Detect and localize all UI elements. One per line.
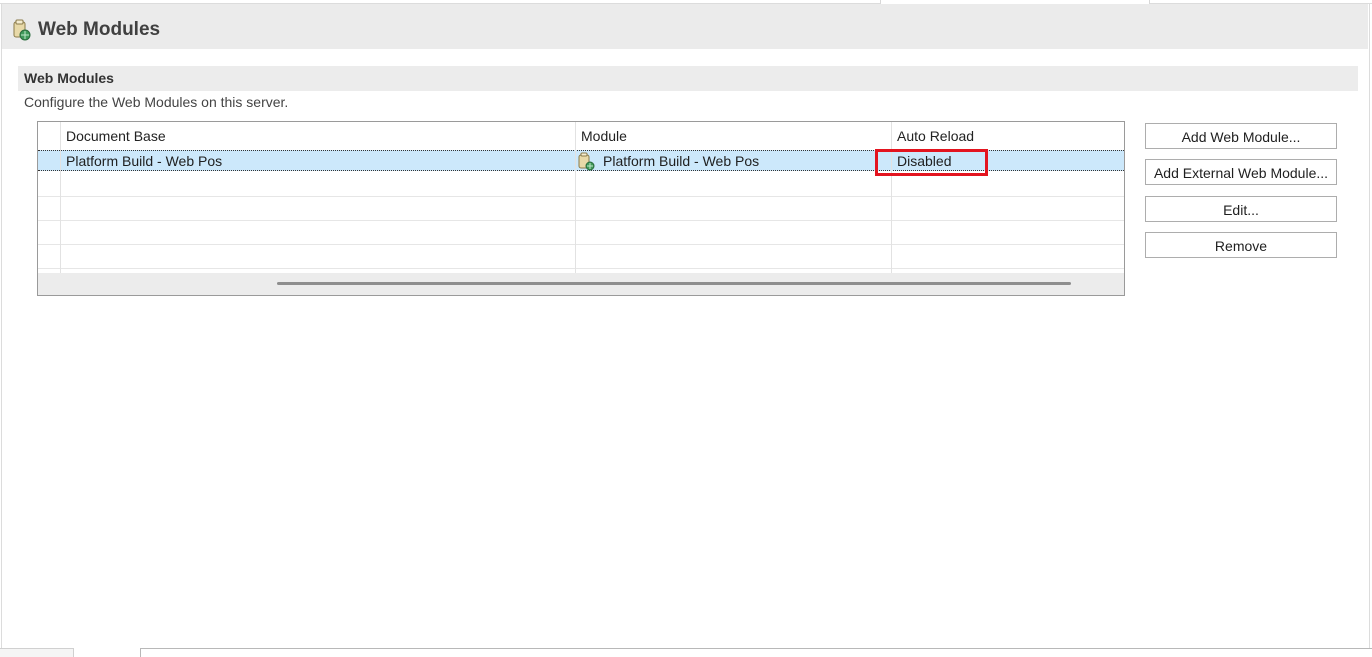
cell-document-base[interactable]: Platform Build - Web Pos	[66, 152, 222, 170]
column-header-auto-reload[interactable]: Auto Reload	[891, 122, 1123, 149]
web-module-icon	[578, 152, 595, 171]
scrollbar-thumb[interactable]	[277, 282, 1071, 285]
column-divider	[575, 122, 576, 273]
section-header[interactable]: Web Modules	[18, 66, 1358, 91]
highlight-box	[875, 149, 988, 176]
add-external-web-module-button[interactable]: Add External Web Module...	[1145, 159, 1337, 185]
cell-module[interactable]: Platform Build - Web Pos	[603, 152, 759, 170]
web-module-icon	[13, 19, 31, 41]
column-header-module[interactable]: Module	[575, 122, 890, 149]
bottom-tab-strip	[0, 648, 1372, 657]
row-divider	[38, 220, 1124, 221]
section-title: Web Modules	[24, 70, 114, 86]
row-divider	[38, 196, 1124, 197]
web-modules-editor: Web Modules Web Modules Configure the We…	[0, 0, 1372, 657]
web-modules-table[interactable]: Document Base Module Auto Reload Platfor…	[37, 121, 1125, 296]
horizontal-scrollbar[interactable]	[38, 273, 1124, 295]
row-divider	[38, 268, 1124, 269]
section-description: Configure the Web Modules on this server…	[24, 94, 289, 110]
bottom-tab[interactable]	[0, 648, 74, 657]
remove-button[interactable]: Remove	[1145, 232, 1337, 258]
bottom-tab-separator	[140, 648, 141, 657]
page-header: Web Modules	[2, 4, 1368, 49]
column-divider	[891, 122, 892, 273]
bottom-tab-divider	[140, 648, 1372, 649]
row-divider	[38, 244, 1124, 245]
add-web-module-button[interactable]: Add Web Module...	[1145, 123, 1337, 149]
edit-button[interactable]: Edit...	[1145, 196, 1337, 222]
column-divider	[60, 122, 61, 273]
page-title: Web Modules	[38, 19, 161, 40]
column-header-document-base[interactable]: Document Base	[60, 122, 574, 149]
